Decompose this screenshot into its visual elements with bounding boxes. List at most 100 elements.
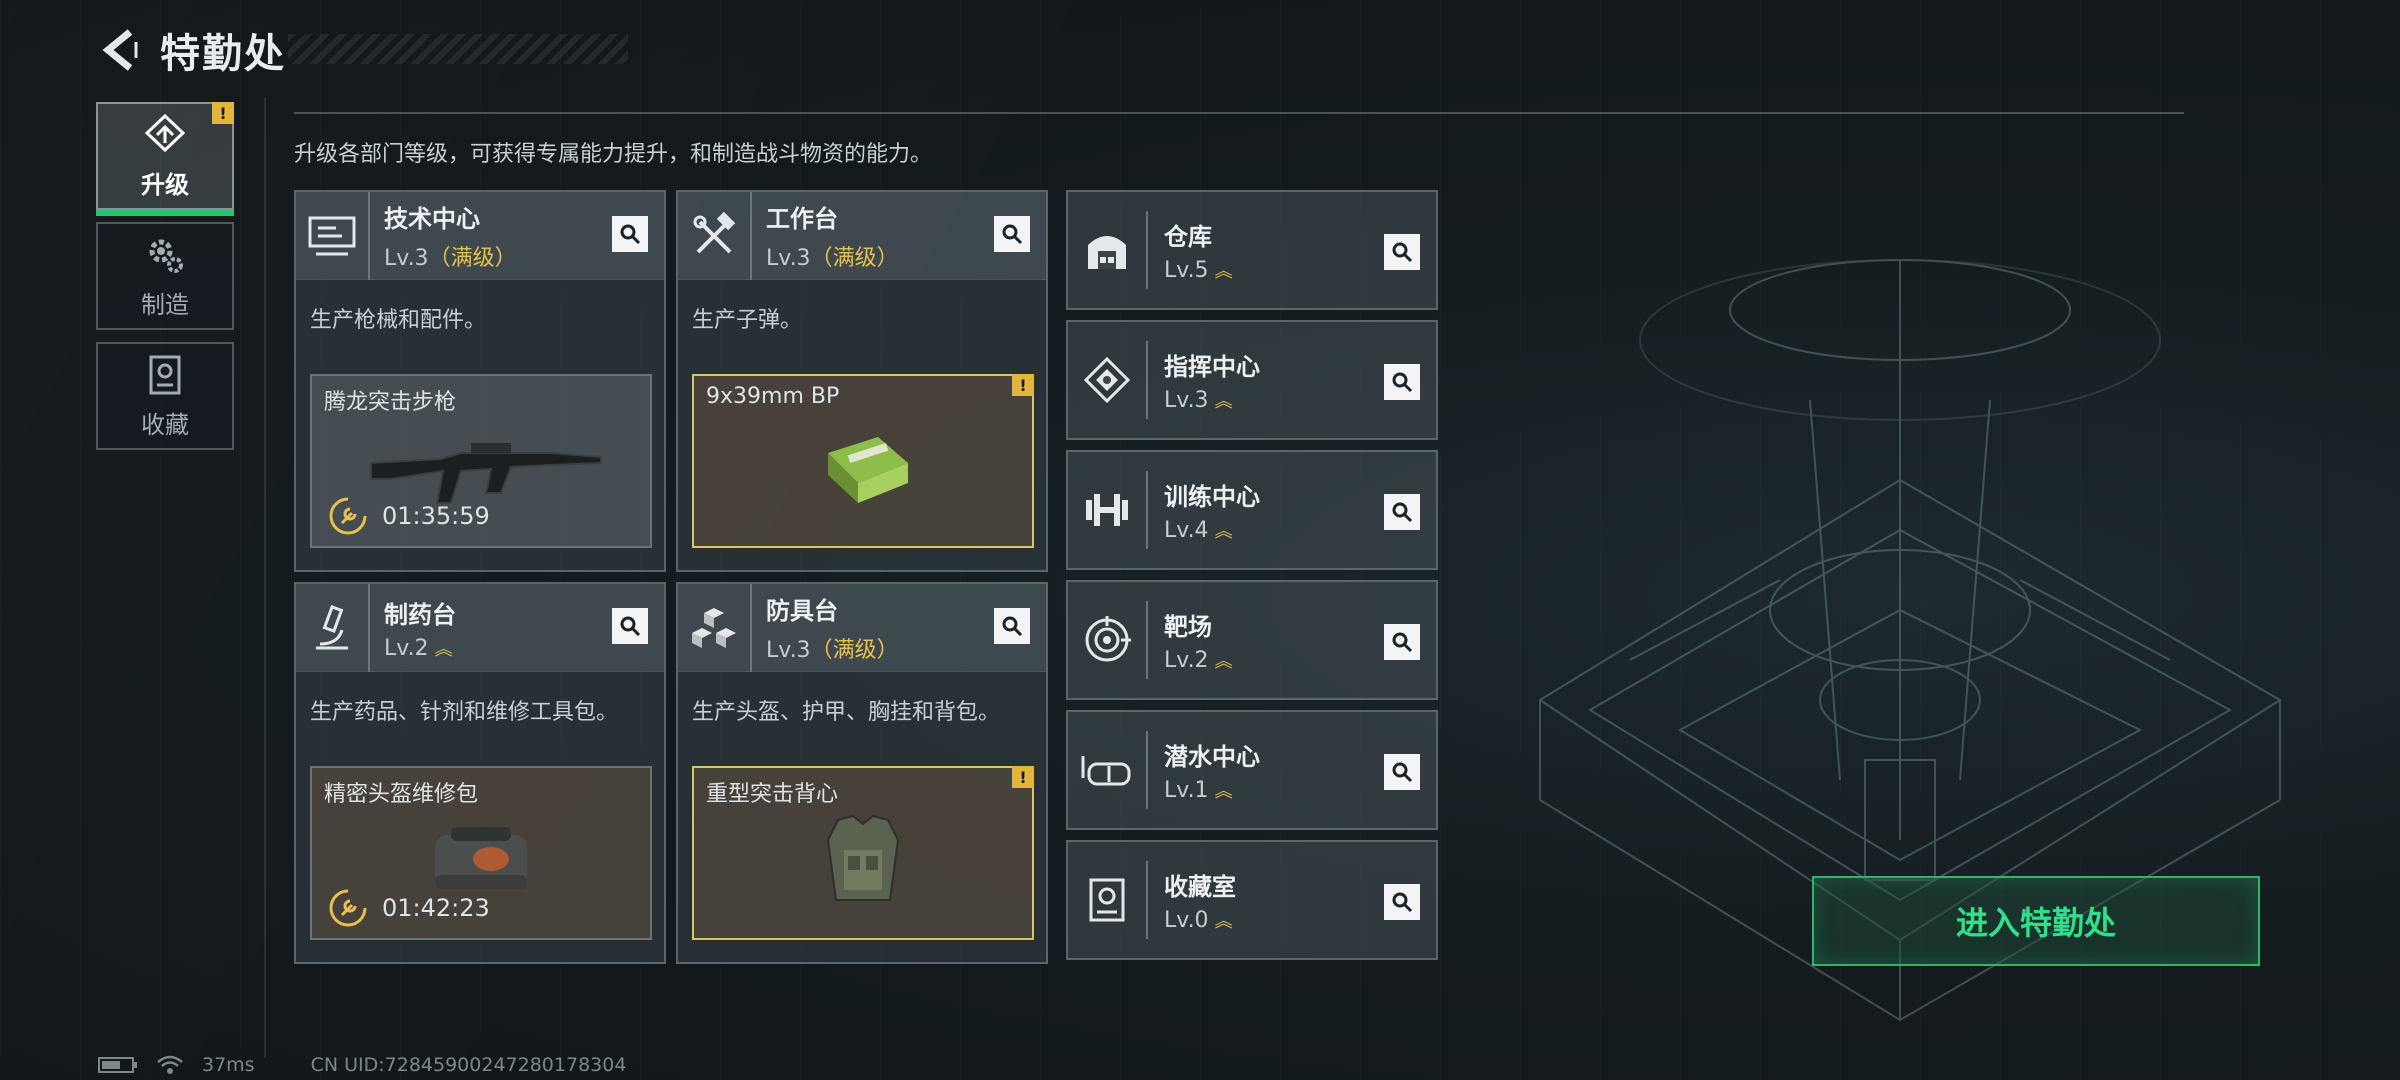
production-slot[interactable]: ! 9x39mm BP (692, 374, 1034, 548)
facility-description: 生产药品、针剂和维修工具包。 (310, 700, 619, 725)
trophy-case-icon (1068, 861, 1148, 939)
search-icon (1392, 892, 1413, 913)
back-button[interactable] (98, 28, 142, 72)
page-title: 特勤处 (160, 31, 286, 77)
production-timer: 01:35:59 (328, 496, 490, 536)
facility-level: Lv.4 (1164, 518, 1209, 543)
max-level-label: （满级） (428, 246, 517, 271)
tab-craft[interactable]: 制造 (96, 222, 234, 330)
ping-value: 37ms (202, 1054, 255, 1076)
diving-mask-icon (1068, 731, 1148, 809)
product-name: 腾龙突击步枪 (324, 390, 457, 415)
facility-name: 收藏室 (1164, 873, 1236, 901)
ammo-box-icon (828, 436, 908, 503)
facility-level: Lv.2 (384, 635, 429, 661)
inspect-button[interactable] (994, 216, 1030, 252)
card-header: 工作台 Lv.3（满级） (678, 191, 1046, 280)
tactical-vest-icon (826, 814, 900, 901)
inspect-button[interactable] (1384, 234, 1420, 270)
enter-headquarters-button[interactable]: 进入特勤处 (1812, 876, 2260, 966)
page-header: 特勤处 (98, 22, 628, 78)
ready-badge: ! (1012, 766, 1034, 788)
facility-description: 生产子弹。 (692, 308, 803, 333)
product-name: 9x39mm BP (706, 384, 840, 409)
facility-row-training-center[interactable]: 训练中心 Lv.4 ︽ (1066, 450, 1438, 570)
facility-row-shooting-range[interactable]: 靶场 Lv.2 ︽ (1066, 580, 1438, 700)
inspect-button[interactable] (1384, 754, 1420, 790)
facility-name: 仓库 (1164, 223, 1212, 251)
search-icon (1002, 616, 1023, 637)
facility-row-collection-room[interactable]: 收藏室 Lv.0 ︽ (1066, 840, 1438, 960)
facility-name: 制药台 (384, 600, 456, 629)
inspect-button[interactable] (1384, 364, 1420, 400)
upgrade-chevron-icon: ︽ (1214, 521, 1233, 542)
inspect-button[interactable] (1384, 624, 1420, 660)
card-header: 制药台 Lv.2 ︽ (296, 583, 664, 672)
facility-level: Lv.3 (766, 246, 811, 271)
upgrade-chevron-icon: ︽ (1214, 911, 1233, 932)
back-arrow-icon (102, 29, 138, 71)
production-slot[interactable]: 腾龙突击步枪 01:35:59 (310, 374, 652, 548)
upgrade-chevron-icon: ︽ (1214, 261, 1233, 282)
tab-collection[interactable]: 收藏 (96, 342, 234, 450)
max-level-label: （满级） (810, 246, 899, 271)
facility-level: Lv.5 (1164, 258, 1209, 283)
divider (294, 112, 2184, 114)
facility-row-command-center[interactable]: 指挥中心 Lv.3 ︽ (1066, 320, 1438, 440)
facility-level: Lv.3 (384, 246, 429, 271)
section-description: 升级各部门等级，可获得专属能力提升，和制造战斗物资的能力。 (294, 142, 933, 167)
wrench-timer-icon (329, 497, 367, 535)
warehouse-icon (1068, 211, 1148, 289)
tab-collection-label: 收藏 (141, 410, 189, 439)
facility-level: Lv.2 (1164, 648, 1209, 673)
wifi-icon (156, 1054, 184, 1076)
facility-card-pharmacy[interactable]: 制药台 Lv.2 ︽ 生产药品、针剂和维修工具包。 精密头盔维修包 01:42:2… (294, 582, 666, 964)
search-icon (1002, 224, 1023, 245)
tab-upgrade[interactable]: ! 升级 (96, 102, 234, 216)
target-icon (1068, 601, 1148, 679)
upgrade-chevron-icon: ︽ (1214, 651, 1233, 672)
upgrade-chevron-icon: ︽ (434, 638, 453, 660)
ready-badge: ! (1012, 374, 1034, 396)
inspect-button[interactable] (1384, 494, 1420, 530)
production-slot[interactable]: ! 重型突击背心 (692, 766, 1034, 940)
facility-name: 指挥中心 (1164, 353, 1260, 381)
upgrade-chevron-icon: ︽ (1214, 781, 1233, 802)
inspect-button[interactable] (612, 608, 648, 644)
tab-warning-badge: ! (212, 102, 234, 124)
facility-name: 靶场 (1164, 613, 1212, 641)
facility-card-tech-center[interactable]: 技术中心 Lv.3（满级） 生产枪械和配件。 腾龙突击步枪 01:35:59 (294, 190, 666, 572)
title-decoration (288, 34, 628, 64)
facility-row-warehouse[interactable]: 仓库 Lv.5 ︽ (1066, 190, 1438, 310)
divider (264, 98, 266, 1058)
card-header: 技术中心 Lv.3（满级） (296, 191, 664, 280)
facility-name: 工作台 (766, 205, 838, 233)
facility-description: 生产枪械和配件。 (310, 308, 487, 333)
inspect-button[interactable] (1384, 884, 1420, 920)
timer-value: 01:42:23 (382, 894, 490, 922)
facility-row-diving-center[interactable]: 潜水中心 Lv.1 ︽ (1066, 710, 1438, 830)
player-uid: CN UID:72845900247280178304 (310, 1054, 627, 1076)
hammer-wrench-icon (678, 191, 752, 280)
inspect-button[interactable] (994, 608, 1030, 644)
microscope-icon (296, 583, 370, 672)
facility-card-workbench[interactable]: 工作台 Lv.3（满级） 生产子弹。 ! 9x39mm BP (676, 190, 1048, 572)
upgrade-chevron-icon: ︽ (1214, 391, 1233, 412)
side-tab-bar: ! 升级 制造 收藏 (96, 102, 234, 462)
facility-description: 生产头盔、护甲、胸挂和背包。 (692, 700, 1001, 725)
card-header: 防具台 Lv.3（满级） (678, 583, 1046, 672)
facility-name: 防具台 (766, 597, 838, 625)
facility-card-armor-bench[interactable]: 防具台 Lv.3（满级） 生产头盔、护甲、胸挂和背包。 ! 重型突击背心 (676, 582, 1048, 964)
upgrade-icon (143, 113, 187, 157)
search-icon (1392, 502, 1413, 523)
facility-name: 训练中心 (1164, 483, 1260, 511)
facility-level: Lv.3 (1164, 388, 1209, 413)
tab-craft-label: 制造 (141, 290, 189, 319)
search-icon (1392, 242, 1413, 263)
battery-icon (98, 1056, 138, 1074)
facility-name: 潜水中心 (1164, 743, 1260, 771)
inspect-button[interactable] (612, 216, 648, 252)
search-icon (1392, 632, 1413, 653)
production-slot[interactable]: 精密头盔维修包 01:42:23 (310, 766, 652, 940)
dumbbell-icon (1068, 471, 1148, 549)
